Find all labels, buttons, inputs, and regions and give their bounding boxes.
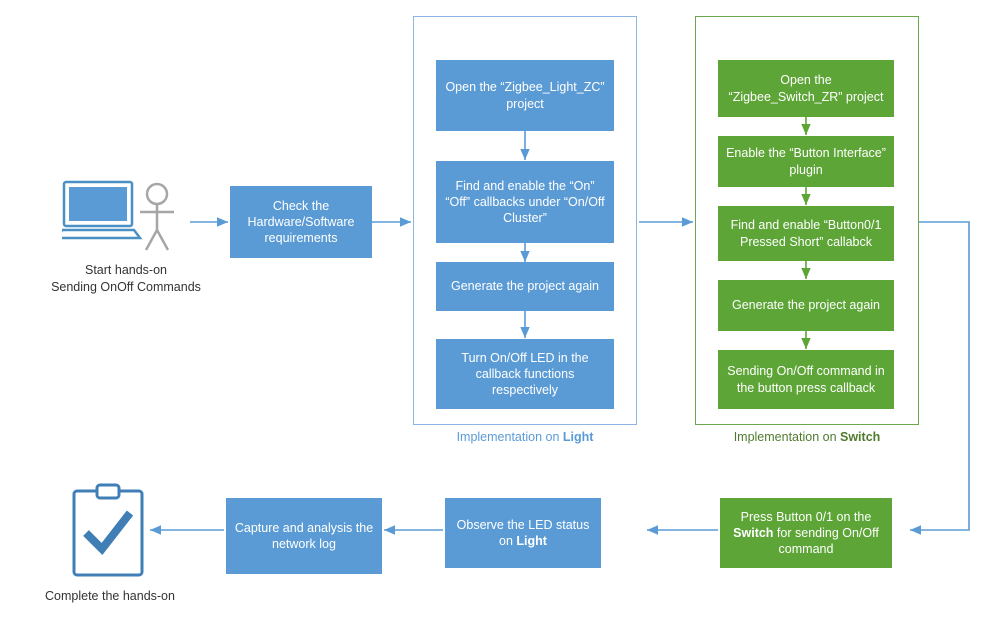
node-light-4[interactable]: Turn On/Off LED in the callback function… xyxy=(436,339,614,409)
node-light-3[interactable]: Generate the project again xyxy=(436,262,614,311)
node-light-3-label: Generate the project again xyxy=(450,279,600,294)
clipboard-check-icon xyxy=(70,483,148,579)
node-press-button-part2: for sending On/Off command xyxy=(773,525,879,557)
node-observe-led-bold: Light xyxy=(516,534,547,548)
node-light-2[interactable]: Find and enable the “On” “Off” callbacks… xyxy=(436,161,614,243)
end-label: Complete the hands-on xyxy=(10,588,210,605)
caption-light-bold: Light xyxy=(562,430,594,444)
node-switch-2-label: Enable the “Button Interface” plugin xyxy=(726,146,886,177)
start-label: Start hands-on Sending OnOff Commands xyxy=(10,262,242,296)
node-check-requirements-label: Check the Hardware/Software requirements xyxy=(247,198,355,246)
caption-switch-bold: Switch xyxy=(840,430,881,444)
node-switch-5-label: Sending On/Off command in the button pre… xyxy=(727,364,885,395)
diagram-canvas: Start hands-on Sending OnOff Commands Ch… xyxy=(0,0,997,633)
node-press-button-label: Press Button 0/1 on the Switch for sendi… xyxy=(726,509,886,558)
node-switch-3-label: Find and enable “Button0/1 Pressed Short… xyxy=(730,218,882,249)
end-label-text: Complete the hands-on xyxy=(45,589,175,603)
node-switch-5[interactable]: Sending On/Off command in the button pre… xyxy=(718,350,894,409)
node-press-button[interactable]: Press Button 0/1 on the Switch for sendi… xyxy=(720,498,892,568)
caption-light: Implementation on Light xyxy=(413,430,637,444)
caption-switch-prefix: Implementation on xyxy=(733,430,840,444)
node-light-1-label: Open the “Zigbee_Light_ZC” project xyxy=(445,80,605,111)
caption-light-prefix: Implementation on xyxy=(456,430,563,444)
node-switch-4[interactable]: Generate the project again xyxy=(718,280,894,331)
node-capture-log-label: Capture and analysis the network log xyxy=(234,520,374,551)
node-switch-1-label: Open the “Zigbee_Switch_ZR” project xyxy=(728,73,884,104)
node-light-4-label: Turn On/Off LED in the callback function… xyxy=(461,350,589,398)
node-light-1[interactable]: Open the “Zigbee_Light_ZC” project xyxy=(436,60,614,131)
node-check-requirements[interactable]: Check the Hardware/Software requirements xyxy=(230,186,372,258)
node-observe-led[interactable]: Observe the LED status on Light xyxy=(445,498,601,568)
node-light-2-label: Find and enable the “On” “Off” callbacks… xyxy=(445,178,605,226)
start-label-line2: Sending OnOff Commands xyxy=(51,279,201,294)
node-observe-led-label: Observe the LED status on Light xyxy=(451,517,595,550)
node-switch-2[interactable]: Enable the “Button Interface” plugin xyxy=(718,136,894,187)
node-switch-3[interactable]: Find and enable “Button0/1 Pressed Short… xyxy=(718,206,894,261)
caption-switch: Implementation on Switch xyxy=(695,430,919,444)
node-switch-1[interactable]: Open the “Zigbee_Switch_ZR” project xyxy=(718,60,894,117)
node-capture-log[interactable]: Capture and analysis the network log xyxy=(226,498,382,574)
laptop-and-person-icon xyxy=(55,178,190,256)
node-press-button-bold: Switch xyxy=(733,525,774,540)
node-press-button-part1: Press Button 0/1 on the xyxy=(740,509,872,524)
node-switch-4-label: Generate the project again xyxy=(731,298,881,313)
start-label-line1: Start hands-on xyxy=(85,263,167,277)
